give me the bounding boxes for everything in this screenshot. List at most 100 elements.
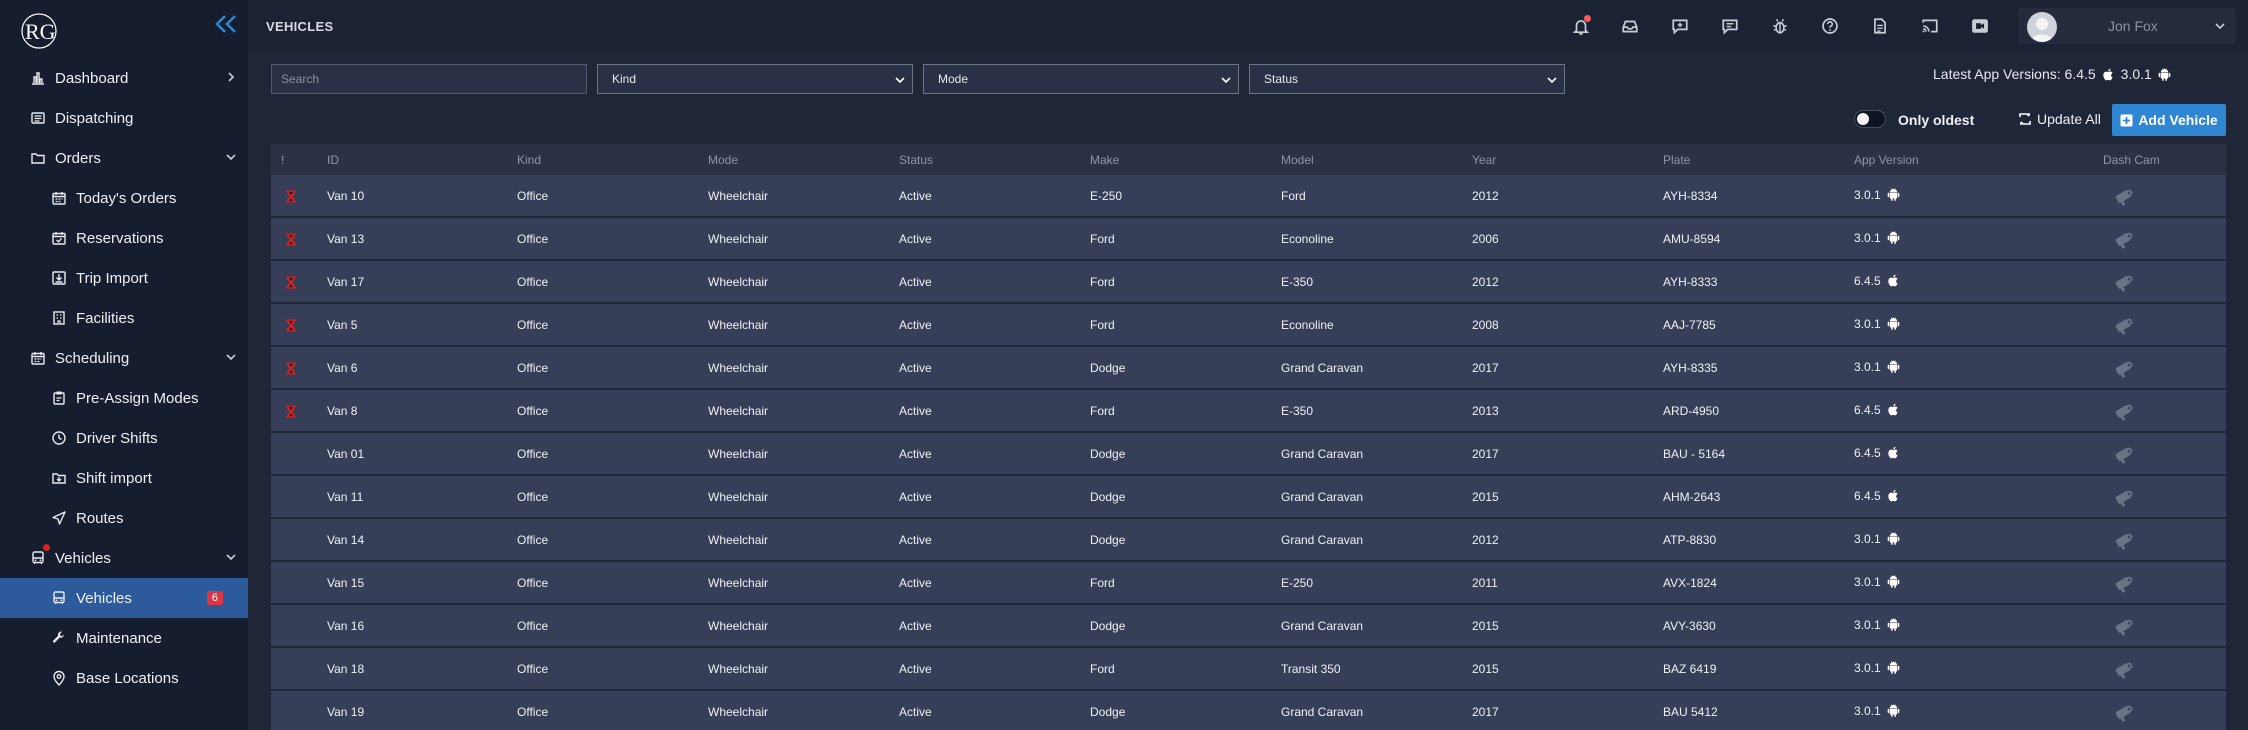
table-row[interactable]: Van 19 Office Wheelchair Active Dodge Grand C… (271, 691, 2226, 730)
cell-mode: Wheelchair (708, 705, 769, 719)
only-oldest-label: Only oldest (1898, 112, 1975, 128)
sidebar-item-orders[interactable]: Orders (0, 138, 248, 178)
table-row[interactable]: Van 6 Office Wheelchair Active Dodge Grand Ca… (271, 347, 2226, 390)
sidebar-item-dispatching[interactable]: Dispatching (0, 98, 248, 138)
sidebar-item-scheduling[interactable]: Scheduling (0, 338, 248, 378)
cell-kind: Office (517, 576, 549, 590)
inbox-icon[interactable] (1619, 15, 1641, 37)
sidebar-item-maintenance[interactable]: Maintenance (0, 618, 248, 658)
sidebar-item-vehicles-list[interactable]: Vehicles 6 (0, 578, 248, 618)
sidebar-item-reservations[interactable]: Reservations (0, 218, 248, 258)
sidebar-item-label: Maintenance (76, 629, 162, 647)
app-version-value: 6.4.5 (1854, 488, 1881, 503)
column-header-status[interactable]: Status (899, 153, 933, 167)
column-header-mode[interactable]: Mode (708, 153, 738, 167)
table-row[interactable]: Van 16 Office Wheelchair Active Dodge Grand C… (271, 605, 2226, 648)
table-row[interactable]: Van 13 Office Wheelchair Active Ford Econolin… (271, 218, 2226, 261)
column-header-kind[interactable]: Kind (517, 153, 541, 167)
cell-mode: Wheelchair (708, 619, 769, 633)
dash-cam-icon[interactable] (2111, 701, 2137, 723)
calendar-icon (50, 189, 68, 207)
sidebar-item-pre-assign-modes[interactable]: Pre-Assign Modes (0, 378, 248, 418)
dash-cam-icon[interactable] (2111, 443, 2137, 465)
cell-mode: Wheelchair (708, 533, 769, 547)
dash-cam-icon[interactable] (2111, 658, 2137, 680)
cell-mode: Wheelchair (708, 361, 769, 375)
sidebar-item-driver-shifts[interactable]: Driver Shifts (0, 418, 248, 458)
dash-cam-icon[interactable] (2111, 400, 2137, 422)
add-vehicle-button[interactable]: Add Vehicle (2112, 104, 2226, 136)
table-row[interactable]: Van 8 Office Wheelchair Active Ford E-350 2013… (271, 390, 2226, 433)
column-header-year[interactable]: Year (1472, 153, 1496, 167)
cell-plate: AYH-8335 (1663, 361, 1718, 375)
column-header-make[interactable]: Make (1090, 153, 1119, 167)
column-header-app-version[interactable]: App Version (1854, 153, 1919, 167)
bug-icon[interactable] (1769, 15, 1791, 37)
dash-cam-icon[interactable] (2111, 572, 2137, 594)
update-all-button[interactable]: Update All (2018, 111, 2101, 127)
column-header-plate[interactable]: Plate (1663, 153, 1690, 167)
table-row[interactable]: Van 11 Office Wheelchair Active Dodge Grand C… (271, 476, 2226, 519)
dash-cam-icon[interactable] (2111, 228, 2137, 250)
dash-cam-icon[interactable] (2111, 486, 2137, 508)
sidebar-item-today-s-orders[interactable]: Today's Orders (0, 178, 248, 218)
sidebar-item-base-locations[interactable]: Base Locations (0, 658, 248, 698)
dash-cam-icon[interactable] (2111, 615, 2137, 637)
document-icon[interactable] (1869, 15, 1891, 37)
dash-cam-icon[interactable] (2111, 529, 2137, 551)
sidebar-item-facilities[interactable]: Facilities (0, 298, 248, 338)
cell-id: Van 6 (327, 361, 358, 375)
column-header-dash-cam[interactable]: Dash Cam (2103, 153, 2160, 167)
search-input[interactable] (271, 64, 587, 94)
avatar (2027, 12, 2057, 42)
dash-cam-icon[interactable] (2111, 357, 2137, 379)
cell-plate: BAZ 6419 (1663, 662, 1717, 676)
cell-id: Van 11 (327, 490, 364, 504)
sidebar-item-dashboard[interactable]: Dashboard (0, 58, 248, 98)
rg-logo[interactable]: RG (19, 12, 71, 50)
only-oldest-toggle[interactable] (1854, 110, 1886, 128)
column-header-warning[interactable]: ! (281, 153, 284, 167)
table-row[interactable]: Van 5 Office Wheelchair Active Ford Econoline… (271, 304, 2226, 347)
sidebar-item-vehicles[interactable]: Vehicles (0, 538, 248, 578)
table-row[interactable]: Van 15 Office Wheelchair Active Ford E-250 201… (271, 562, 2226, 605)
android-icon (1887, 574, 1900, 588)
logo-text: RG (25, 19, 56, 44)
mode-select[interactable]: Mode (923, 64, 1239, 94)
help-icon[interactable] (1819, 15, 1841, 37)
chevron-down-icon (1221, 77, 1231, 84)
table-row[interactable]: Van 17 Office Wheelchair Active Ford E-350 201… (271, 261, 2226, 304)
table-row[interactable]: Van 01 Office Wheelchair Active Dodge Grand C… (271, 433, 2226, 476)
cell-plate: AMU-8594 (1663, 232, 1721, 246)
sidebar-item-trip-import[interactable]: Trip Import (0, 258, 248, 298)
kind-select[interactable]: Kind (597, 64, 913, 94)
cell-model: E-350 (1281, 404, 1314, 418)
plus-square-icon (2120, 114, 2133, 126)
table-row[interactable]: Van 18 Office Wheelchair Active Ford Transit … (271, 648, 2226, 691)
video-camera-icon[interactable] (1969, 15, 1991, 37)
dash-cam-icon[interactable] (2111, 271, 2137, 293)
mode-select-value: Mode (938, 72, 969, 86)
dash-cam-icon[interactable] (2111, 185, 2137, 207)
table-row[interactable]: Van 10 Office Wheelchair Active E-250 Ford 201… (271, 175, 2226, 218)
bell-icon[interactable] (1570, 15, 1592, 37)
vehicles-count-badge: 6 (206, 591, 223, 605)
dash-cam-icon[interactable] (2111, 314, 2137, 336)
user-menu[interactable]: Jon Fox (2018, 8, 2236, 44)
table-row[interactable]: Van 14 Office Wheelchair Active Dodge Grand C… (271, 519, 2226, 562)
cell-mode: Wheelchair (708, 662, 769, 676)
collapse-sidebar-icon[interactable] (213, 13, 239, 35)
status-select[interactable]: Status (1249, 64, 1565, 94)
cell-year: 2017 (1472, 361, 1499, 375)
column-header-model[interactable]: Model (1281, 153, 1314, 167)
chat-icon[interactable] (1719, 15, 1741, 37)
sidebar-item-routes[interactable]: Routes (0, 498, 248, 538)
hourglass-warning-icon (286, 276, 296, 289)
sidebar-item-label: Today's Orders (76, 189, 177, 207)
sidebar-item-shift-import[interactable]: Shift import (0, 458, 248, 498)
column-header-id[interactable]: ID (327, 153, 339, 167)
cast-icon[interactable] (1919, 15, 1941, 37)
chat-add-icon[interactable] (1669, 15, 1691, 37)
sidebar-item-label: Facilities (76, 309, 135, 327)
cell-make: Ford (1090, 576, 1115, 590)
